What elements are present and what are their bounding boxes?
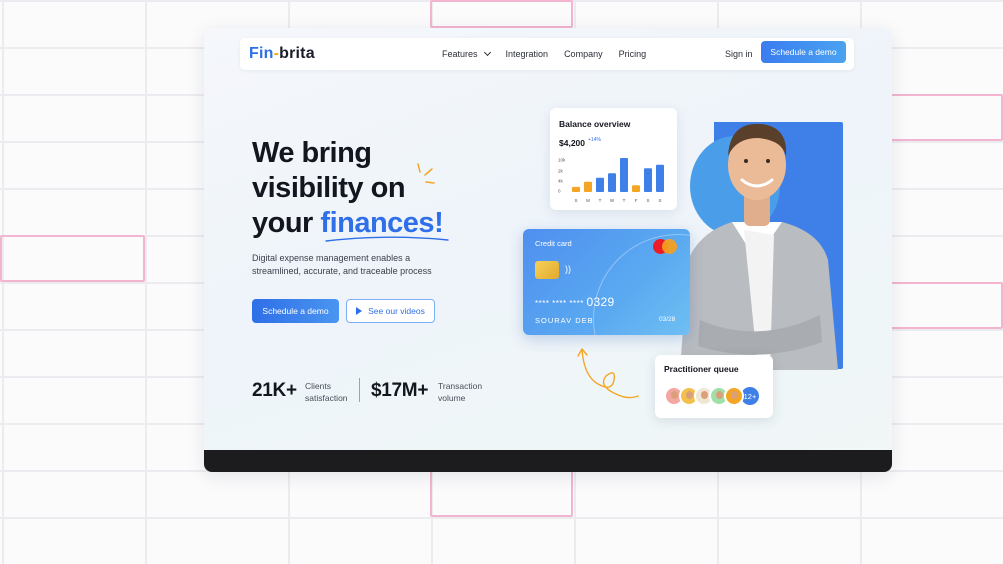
balance-title: Balance overview [559,119,631,129]
x-tick-label: T [623,198,626,203]
y-tick-label: 10k [558,158,566,163]
balance-amount: $4,200 [559,138,585,148]
balance-bar [620,158,628,192]
sign-in-link[interactable]: Sign in [725,49,753,59]
schedule-demo-hero-button[interactable]: Schedule a demo [252,299,339,323]
title-underline [325,236,449,242]
balance-bar [584,181,592,192]
highlight-cell [890,94,1003,141]
x-tick-label: F [635,198,638,203]
person-photo [680,123,838,370]
nav-link-pricing[interactable]: Pricing [619,49,647,59]
card-holder: SOURAV DEB [535,316,594,325]
x-tick-label: T [599,198,602,203]
logo[interactable]: Fin-brita [249,45,315,63]
balance-bar [596,177,604,192]
balance-overview-card: Balance overview $4,200 +14% 10k 2k 4k 0 S M T… [550,108,677,210]
y-tick-label: 0 [558,189,561,194]
sparkle-icon [417,163,435,184]
avatar-group: 12+ [664,385,761,407]
practitioner-queue-card: Practitioner queue 12+ [655,355,773,418]
nav-links: Features Integration Company Pricing [442,48,662,59]
stat-clients-label: Clients satisfaction [305,381,348,403]
stat-divider [359,378,360,402]
avatar[interactable] [724,386,744,406]
card-number: **** **** **** 0329 [535,295,615,309]
stat-volume-label: Transaction volume [438,381,483,403]
nav-link-features[interactable]: Features [442,48,491,59]
hero-subtitle: Digital expense management enables a str… [252,253,432,276]
dark-footer-strip [204,450,892,472]
highlight-cell [430,470,573,517]
curly-arrow-icon [577,348,639,399]
nav-link-company[interactable]: Company [564,49,603,59]
contactless-icon: )) [565,264,571,274]
schedule-demo-button[interactable]: Schedule a demo [761,41,846,63]
balance-bar-chart: 10k 2k 4k 0 S M T W T F S S [558,158,664,203]
balance-change: +14% [588,137,601,143]
balance-bar [572,186,580,192]
y-tick-label: 2k [558,169,564,174]
stat-volume-value: $17M+ [371,380,429,401]
highlight-cell [890,282,1003,329]
queue-title: Practitioner queue [664,364,739,374]
y-tick-label: 4k [558,179,564,184]
balance-bar [632,185,640,192]
x-tick-label: S [658,198,661,203]
balance-bar [656,164,664,192]
balance-bar [644,168,652,192]
card-expiry: 03/28 [659,316,676,323]
credit-card: Credit card )) **** **** **** 0329 SOURA… [523,229,690,335]
chevron-down-icon [483,48,491,57]
x-tick-label: S [646,198,649,203]
see-videos-button[interactable]: See our videos [346,299,435,323]
stat-clients-value: 21K+ [252,380,297,401]
website-preview: Fin-brita Features Integration Company P… [204,28,892,472]
highlight-cell [430,0,573,28]
hero-title: We bring visibility on your finances! [252,137,444,239]
x-tick-label: S [574,198,577,203]
nav-link-integration[interactable]: Integration [506,49,549,59]
navbar: Fin-brita Features Integration Company P… [240,38,854,70]
x-tick-label: M [586,198,590,203]
x-tick-label: W [610,198,615,203]
card-title: Credit card [535,239,572,248]
mastercard-icon [653,239,679,255]
highlight-cell [0,235,145,282]
balance-bar [608,173,616,192]
chip-icon [535,261,559,279]
play-icon [356,307,363,315]
